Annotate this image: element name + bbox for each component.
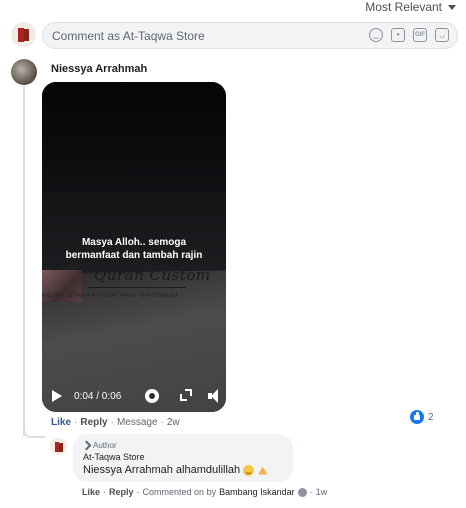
video-brand-underline (88, 287, 186, 288)
video-player[interactable]: Masya Alloh.. semoga bermanfaat dan tamb… (42, 82, 226, 412)
emoji-icon[interactable]: ‿ (369, 28, 383, 42)
pray-emoji-icon (257, 465, 268, 476)
reply-actions: Like · Reply · Commented on by Bambang I… (82, 487, 327, 497)
reaction-summary[interactable]: 2 (410, 409, 434, 425)
separator-dot: · (74, 417, 78, 428)
camera-icon[interactable]: ● (391, 28, 405, 42)
comment-composer[interactable]: ‿ ● GIF ◡ (42, 22, 458, 49)
reply-avatar[interactable] (50, 438, 67, 455)
like-icon (410, 410, 424, 424)
gif-icon[interactable]: GIF (413, 28, 427, 42)
gear-icon[interactable] (145, 389, 159, 403)
video-caption: Masya Alloh.. semoga bermanfaat dan tamb… (65, 237, 203, 261)
chevron-down-icon (448, 4, 456, 10)
commented-by-name[interactable]: Bambang Iskandar (219, 487, 295, 497)
like-count: 2 (428, 411, 434, 423)
author-badge-label: Author (93, 440, 117, 450)
separator-dot: · (103, 487, 107, 497)
comment-actions: Like · Reply · Message · 2w (51, 417, 180, 428)
separator-dot: · (110, 417, 114, 428)
reply-reply-button[interactable]: Reply (109, 487, 134, 497)
smile-emoji-icon (243, 464, 255, 476)
reply-author-name[interactable]: At-Taqwa Store (83, 452, 283, 462)
video-brand-text: Quran Custom (94, 266, 211, 284)
commented-on-by-label: Commented on by (142, 487, 217, 497)
reply-like-button[interactable]: Like (82, 487, 100, 497)
thread-line (23, 84, 25, 436)
video-controls: 0:04 / 0:06 (42, 380, 226, 412)
fullscreen-icon[interactable] (180, 389, 192, 401)
commenter-avatar[interactable] (11, 59, 37, 85)
video-brand-subtitle: HADIAH ISTIMEWA UNTUK YANG TERISTIMEWA (42, 293, 179, 299)
sort-dropdown[interactable]: Most Relevant (365, 0, 456, 14)
sort-label: Most Relevant (365, 0, 442, 14)
thread-connector (23, 424, 45, 438)
reply-text: Niessya Arrahmah alhamdulillah (83, 464, 283, 476)
sticker-icon[interactable]: ◡ (435, 28, 449, 42)
reply-button[interactable]: Reply (80, 417, 107, 428)
play-icon[interactable] (52, 390, 62, 402)
info-icon[interactable] (297, 487, 307, 497)
comment-age[interactable]: 2w (167, 417, 180, 428)
reply-bubble: Author At-Taqwa Store Niessya Arrahmah a… (73, 434, 293, 482)
avatar[interactable] (11, 22, 36, 47)
reply-text-content: Niessya Arrahmah alhamdulillah (83, 464, 241, 476)
separator-dot: · (160, 417, 164, 428)
commenter-name[interactable]: Niessya Arrahmah (51, 63, 147, 75)
separator-dot: · (309, 487, 313, 497)
reply-age[interactable]: 1w (316, 487, 328, 497)
author-badge: Author (81, 440, 283, 450)
volume-icon[interactable] (208, 389, 226, 403)
pencil-icon (81, 440, 92, 450)
video-background (42, 82, 226, 192)
like-button[interactable]: Like (51, 417, 71, 428)
separator-dot: · (136, 487, 140, 497)
message-button[interactable]: Message (117, 417, 158, 428)
comment-input[interactable] (52, 28, 362, 43)
video-wall (42, 192, 226, 277)
video-time: 0:04 / 0:06 (74, 390, 122, 402)
